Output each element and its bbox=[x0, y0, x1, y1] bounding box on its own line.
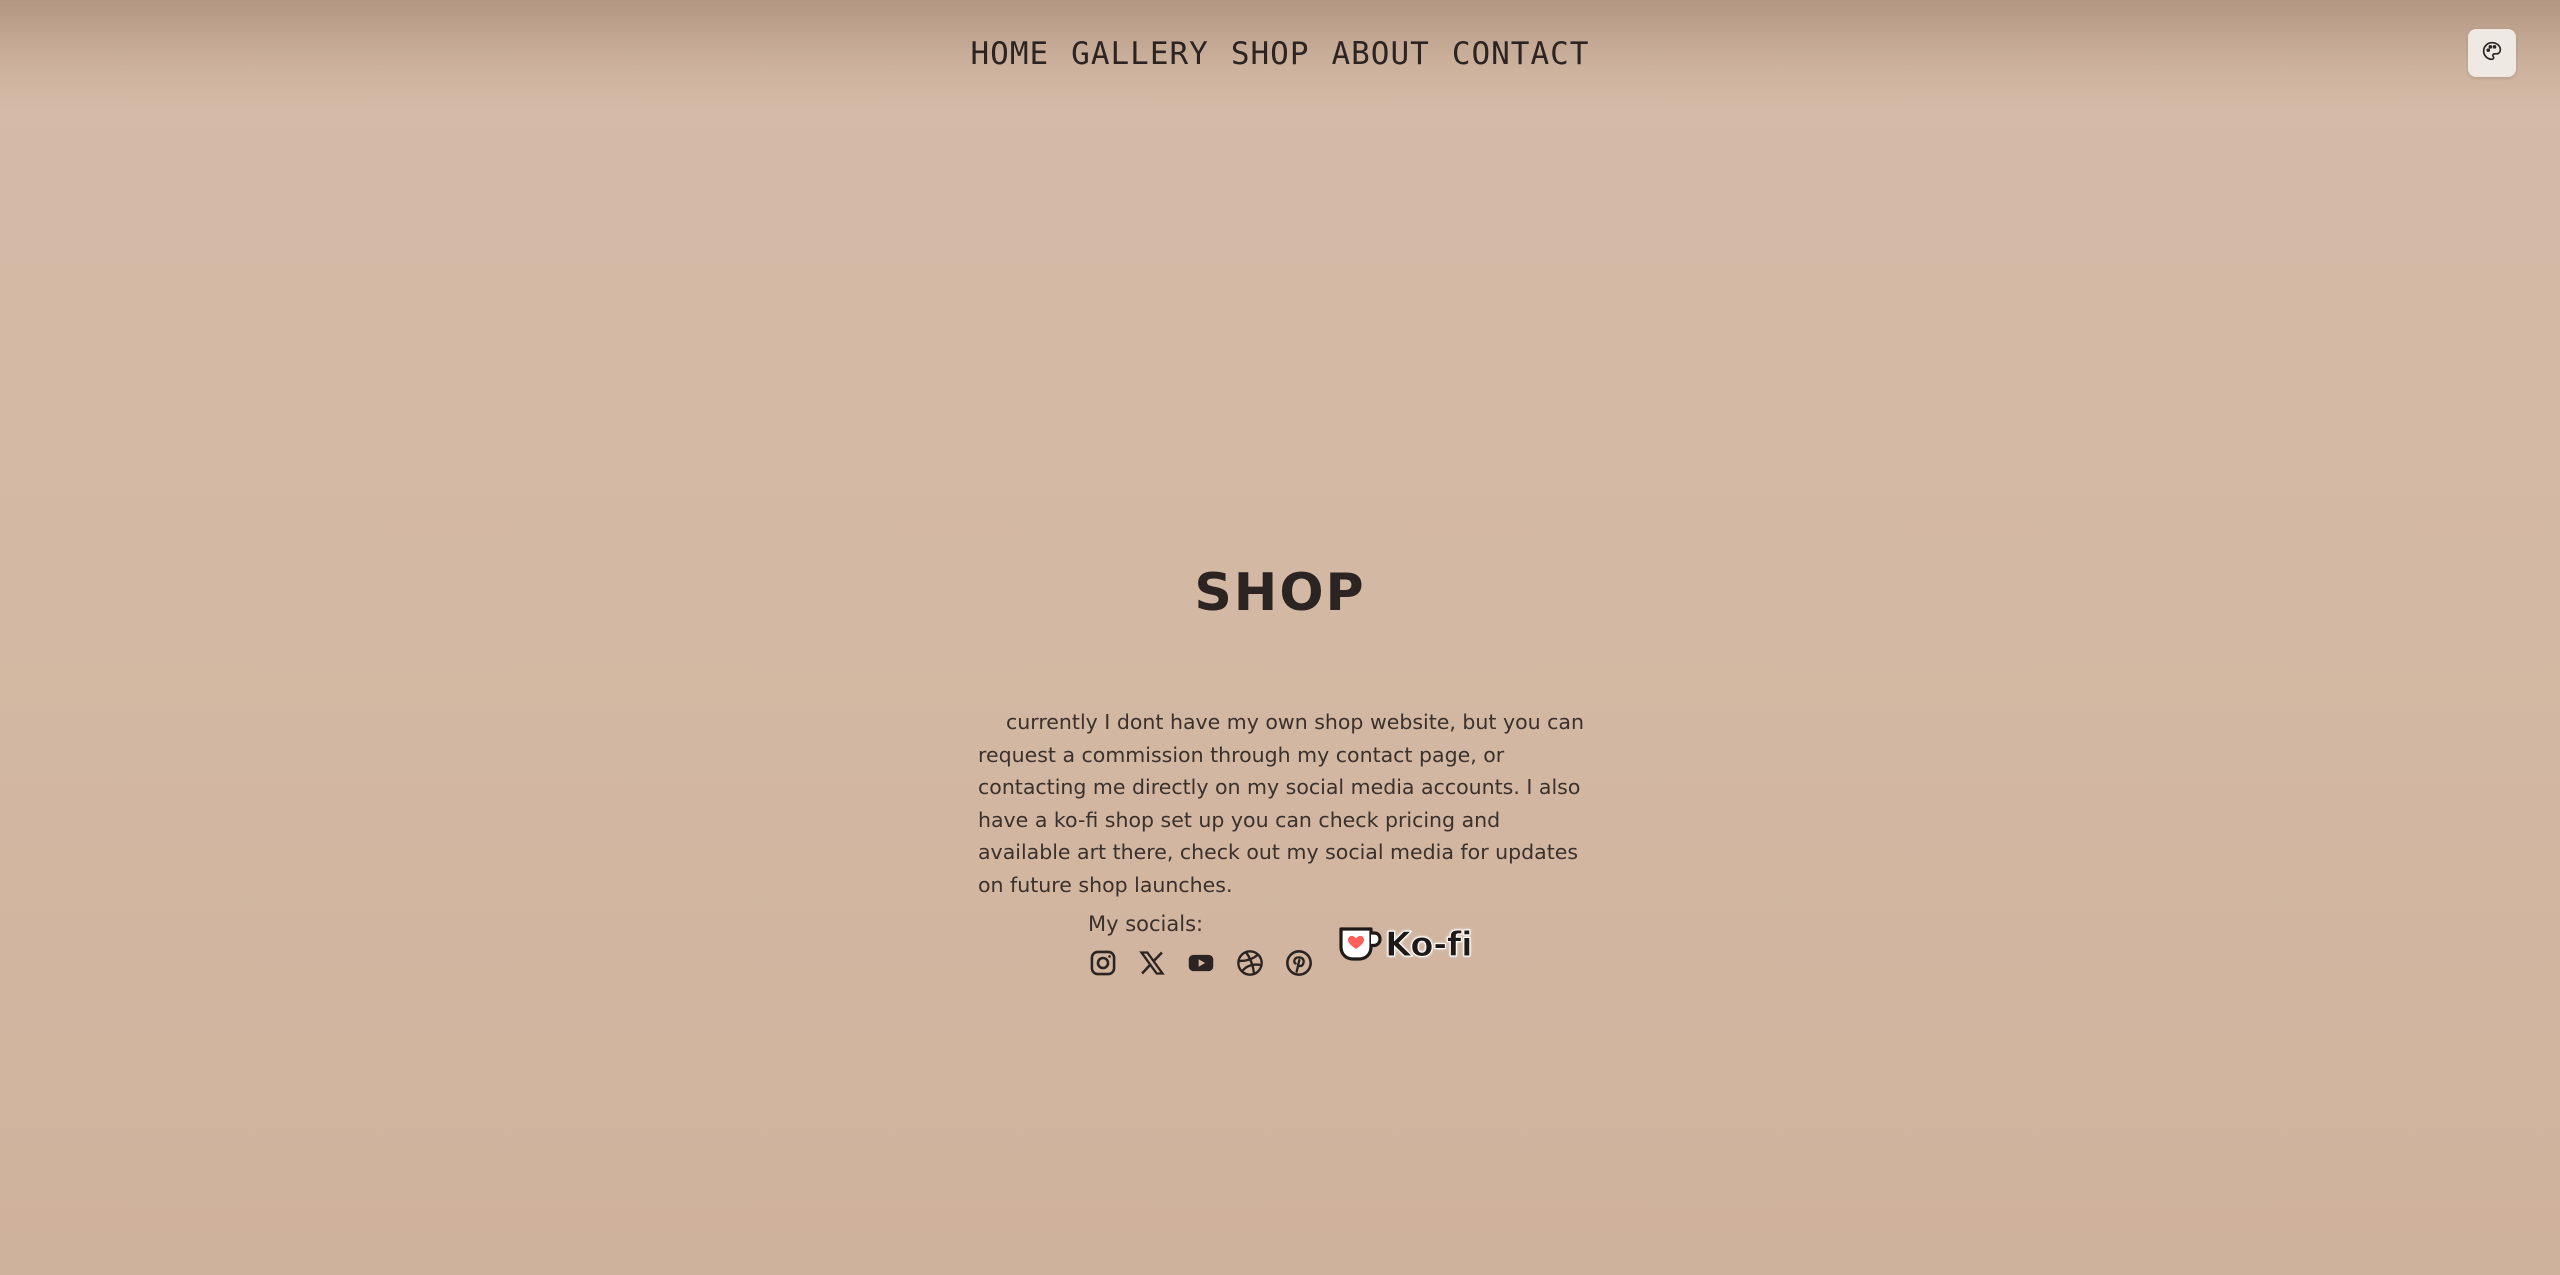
instagram-icon[interactable] bbox=[1088, 948, 1117, 977]
nav-contact[interactable]: CONTACT bbox=[1452, 30, 1590, 78]
kofi-button[interactable]: Ko-fi bbox=[1337, 923, 1473, 967]
nav-gallery[interactable]: GALLERY bbox=[1071, 30, 1209, 78]
main-nav: HOME GALLERY SHOP ABOUT CONTACT bbox=[0, 30, 2560, 78]
social-links bbox=[1088, 948, 1313, 977]
dribbble-icon[interactable] bbox=[1235, 948, 1264, 977]
palette-icon bbox=[2482, 41, 2502, 65]
shop-description: currently I dont have my own shop websit… bbox=[978, 710, 1584, 897]
youtube-icon[interactable] bbox=[1186, 948, 1215, 977]
theme-toggle-button[interactable] bbox=[2468, 29, 2516, 77]
nav-shop[interactable]: SHOP bbox=[1231, 30, 1310, 78]
pinterest-icon[interactable] bbox=[1284, 948, 1313, 977]
nav-about[interactable]: ABOUT bbox=[1331, 30, 1429, 78]
page-title: SHOP bbox=[1194, 563, 1366, 623]
nav-home[interactable]: HOME bbox=[971, 30, 1050, 78]
kofi-cup-icon bbox=[1337, 923, 1383, 967]
kofi-label: Ko-fi bbox=[1384, 925, 1473, 966]
x-icon[interactable] bbox=[1137, 948, 1166, 977]
socials-label: My socials: bbox=[1088, 912, 1204, 936]
